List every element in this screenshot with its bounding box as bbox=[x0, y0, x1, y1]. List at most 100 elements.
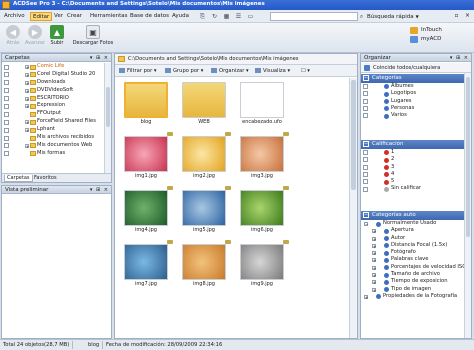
expand-icon[interactable]: − bbox=[364, 222, 368, 227]
item-checkbox[interactable] bbox=[363, 164, 368, 170]
auto-category-item[interactable]: + Apertura bbox=[361, 227, 465, 234]
folder-row[interactable]: + Corel Digital Studio 20 bbox=[3, 71, 104, 79]
expand-icon[interactable]: + bbox=[372, 287, 376, 292]
folder-row[interactable]: + Expression bbox=[3, 102, 104, 110]
item-checkbox[interactable] bbox=[363, 106, 368, 112]
folder-row[interactable]: + Lphant bbox=[3, 126, 104, 134]
expand-icon[interactable]: + bbox=[372, 258, 376, 263]
auto-category-item[interactable]: + Propiedades de la Fotografía bbox=[361, 293, 465, 300]
panel-controls[interactable]: ▾ ⊞ × bbox=[450, 54, 469, 62]
image-thumbnail[interactable]: img5.jpg bbox=[176, 186, 232, 240]
tab-carpetas[interactable]: Carpetas bbox=[4, 175, 33, 182]
organizer-item[interactable]: 1 bbox=[361, 149, 465, 156]
expand-icon[interactable]: + bbox=[372, 265, 376, 270]
folder-checkbox[interactable] bbox=[4, 111, 9, 117]
item-checkbox[interactable] bbox=[363, 150, 368, 156]
image-thumbnail[interactable]: img9.jpg bbox=[234, 240, 290, 294]
menu-ayuda[interactable]: Ayuda bbox=[170, 12, 191, 21]
auto-category-item[interactable]: − Normalmente Usado bbox=[361, 220, 465, 227]
folder-row[interactable]: + Comic Life bbox=[3, 63, 104, 71]
expand-icon[interactable]: + bbox=[364, 294, 368, 299]
folder-row[interactable]: Mis archivos recibidos bbox=[3, 134, 104, 142]
organizer-item[interactable]: 4 bbox=[361, 171, 465, 178]
expand-icon[interactable]: + bbox=[372, 243, 376, 248]
image-thumbnail[interactable]: img7.jpg bbox=[118, 240, 174, 294]
categories-header[interactable]: − Categorías bbox=[361, 74, 465, 83]
folder-row[interactable]: + DVDVideoSoft bbox=[3, 87, 104, 95]
filter-by-button[interactable]: Filtrar por ▾ bbox=[119, 67, 156, 75]
organizer-item[interactable]: Sin calificar bbox=[361, 185, 465, 192]
expand-icon[interactable]: + bbox=[25, 72, 29, 77]
image-thumbnail[interactable]: img3.jpg bbox=[234, 132, 290, 186]
item-checkbox[interactable] bbox=[363, 179, 368, 185]
folder-row[interactable]: + ESCRITORIO bbox=[3, 95, 104, 103]
scroll-thumb[interactable] bbox=[351, 80, 356, 190]
view-button[interactable]: Visualiza ▾ bbox=[255, 67, 290, 75]
group-by-button[interactable]: Grupo por ▾ bbox=[165, 67, 203, 75]
download-photos-button[interactable]: ▣ Descargar Fotos bbox=[72, 25, 114, 46]
scroll-thumb[interactable] bbox=[106, 87, 110, 127]
list-view-icon[interactable]: ☰ bbox=[234, 12, 243, 21]
restore-icon[interactable]: ▫ bbox=[452, 12, 461, 20]
image-thumbnail[interactable]: img8.jpg bbox=[176, 240, 232, 294]
back-button[interactable]: ◀ Atrás bbox=[4, 25, 22, 46]
address-bar[interactable]: C:\Documents and Settings\Sotelo\Mis doc… bbox=[115, 54, 357, 65]
menu-archivo[interactable]: Archivo bbox=[2, 12, 27, 21]
folder-checkbox[interactable] bbox=[4, 103, 9, 109]
expand-icon[interactable]: + bbox=[25, 128, 29, 133]
expand-icon[interactable]: + bbox=[25, 80, 29, 85]
tab-favoritos[interactable]: Favoritos bbox=[32, 175, 59, 182]
menu-base-de-datos[interactable]: Base de datos bbox=[128, 12, 171, 21]
expand-icon[interactable]: + bbox=[25, 88, 29, 93]
folder-checkbox[interactable] bbox=[4, 80, 9, 86]
file-list-scrollbar[interactable] bbox=[349, 78, 357, 338]
folder-checkbox[interactable] bbox=[4, 88, 9, 94]
organizer-item[interactable]: Lugares bbox=[361, 98, 465, 105]
folder-checkbox[interactable] bbox=[4, 64, 9, 70]
auto-category-item[interactable]: + Tiempo de exposicion bbox=[361, 278, 465, 285]
folder-row[interactable]: + Downloads bbox=[3, 79, 104, 87]
auto-category-item[interactable]: + Tamaño de archivo bbox=[361, 271, 465, 278]
item-checkbox[interactable] bbox=[363, 113, 368, 119]
auto-category-item[interactable]: + Fotógrafo bbox=[361, 249, 465, 256]
auto-category-item[interactable]: + Palabras clave bbox=[361, 256, 465, 263]
auto-category-item[interactable]: + Tipo de imagen bbox=[361, 286, 465, 293]
refresh-icon[interactable]: ↻ bbox=[210, 12, 219, 21]
organizer-item[interactable]: 2 bbox=[361, 156, 465, 163]
expand-icon[interactable]: + bbox=[372, 280, 376, 285]
match-all-toggle[interactable]: Coincide todos/cualquiera bbox=[361, 63, 471, 73]
folder-row[interactable]: + ForceField Shared Files bbox=[3, 118, 104, 126]
auto-categories-header[interactable]: − Categorías auto bbox=[361, 211, 465, 220]
expand-icon[interactable]: + bbox=[25, 65, 29, 70]
expand-icon[interactable]: + bbox=[25, 96, 29, 101]
image-thumbnail[interactable]: img4.jpg bbox=[118, 186, 174, 240]
auto-category-item[interactable]: + Porcentajes de velocidad ISO bbox=[361, 264, 466, 271]
grid-view-icon[interactable]: ▦ bbox=[222, 12, 231, 21]
organizer-item[interactable]: 3 bbox=[361, 164, 465, 171]
scroll-thumb[interactable] bbox=[466, 77, 470, 237]
folder-checkbox[interactable] bbox=[4, 151, 9, 157]
organizer-item[interactable]: Logotipos bbox=[361, 90, 465, 97]
expand-icon[interactable]: + bbox=[25, 120, 29, 125]
intouch-link[interactable]: InTouch bbox=[410, 26, 470, 35]
image-thumbnail[interactable]: img2.jpg bbox=[176, 132, 232, 186]
folder-scrollbar[interactable] bbox=[104, 63, 111, 173]
folder-checkbox[interactable] bbox=[4, 96, 9, 102]
item-checkbox[interactable] bbox=[363, 186, 368, 192]
expand-icon[interactable]: + bbox=[25, 143, 29, 148]
ratings-header[interactable]: − Calificación bbox=[361, 140, 465, 149]
search-icon[interactable]: ⌕ bbox=[358, 12, 365, 21]
menu-crear[interactable]: Crear bbox=[65, 12, 84, 21]
expand-icon[interactable]: + bbox=[25, 104, 29, 109]
panel-controls[interactable]: ▾ ⊞ × bbox=[90, 186, 109, 194]
select-button[interactable]: ☐ ▾ bbox=[301, 67, 310, 75]
expand-icon[interactable]: + bbox=[372, 236, 376, 241]
organizer-item[interactable]: Álbumes bbox=[361, 83, 465, 90]
folder-row[interactable]: Mis formas bbox=[3, 150, 104, 158]
item-checkbox[interactable] bbox=[363, 157, 368, 163]
folder-thumbnail[interactable]: blog bbox=[118, 78, 174, 132]
image-thumbnail[interactable]: img6.jpg bbox=[234, 186, 290, 240]
quick-search-dropdown[interactable]: Búsqueda rápida ▼ bbox=[367, 12, 419, 21]
forward-button[interactable]: ▶ Avanzar bbox=[24, 25, 46, 46]
close-icon[interactable]: × bbox=[463, 12, 472, 20]
